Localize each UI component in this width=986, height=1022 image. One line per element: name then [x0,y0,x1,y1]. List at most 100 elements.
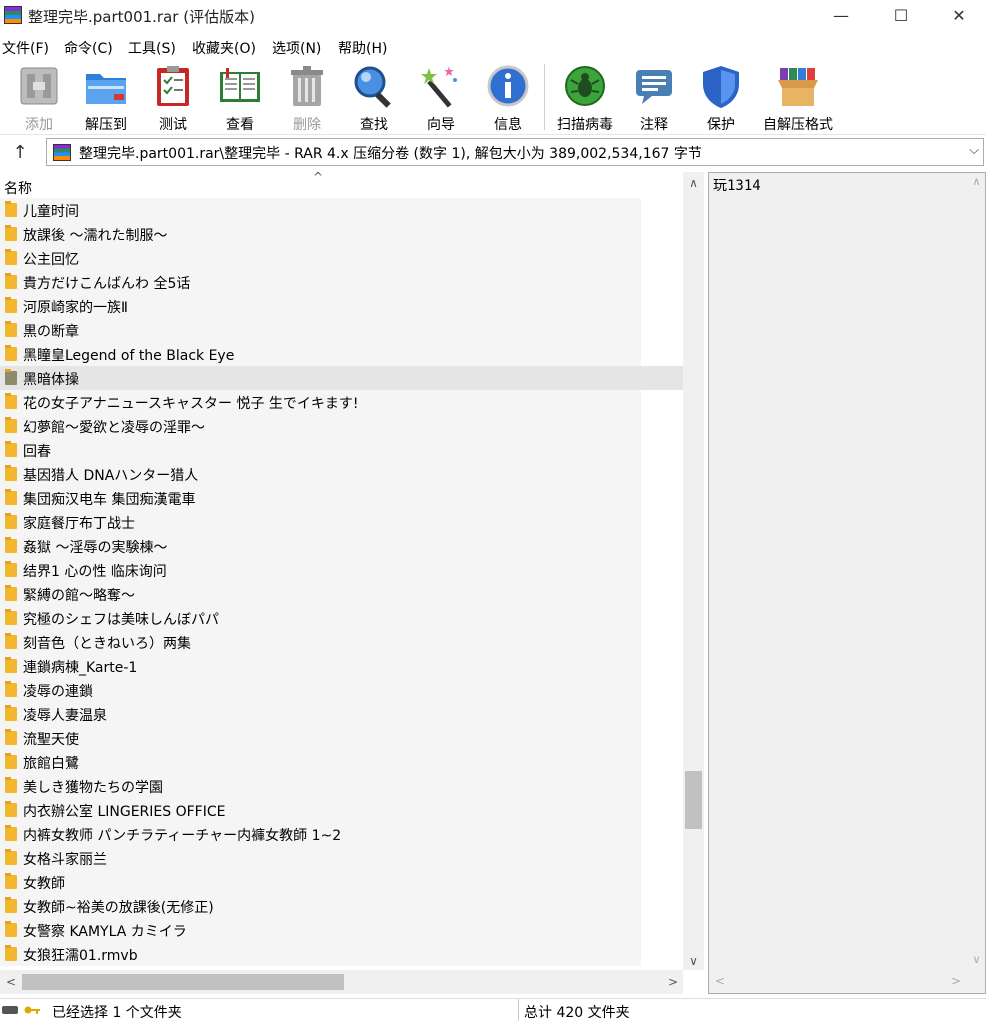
trash-icon [285,64,329,108]
scroll-up-arrow-icon[interactable]: ∧ [683,174,704,192]
list-item[interactable]: 緊縛の館～略奪～ [0,582,641,606]
list-item-name: 流聖天使 [23,732,79,748]
list-item[interactable]: 黒の断章 [0,318,641,342]
list-item[interactable]: 内裤女教师 パンチラティーチャー内褲女教師 1~2 [0,822,641,846]
folder-icon [5,417,17,433]
list-item[interactable]: 集団痴汉电车 集団痴漢電車 [0,486,641,510]
wizard-button[interactable]: 向导 [409,62,473,133]
view-book-icon [218,64,262,108]
folder-icon [5,657,17,673]
list-item-name: 女教師~裕美の放課後(无修正) [23,900,214,916]
list-item[interactable]: 黑暗体操 [0,366,683,390]
comment-scroll-down-icon[interactable]: ∨ [968,953,985,966]
sfx-button[interactable]: 自解压格式 [758,62,838,133]
list-item[interactable]: 放課後 ～濡れた制服～ [0,222,641,246]
comment-scroll-left-icon[interactable]: < [715,974,725,988]
add-label: 添加 [25,117,53,133]
comment-scroll-right-icon[interactable]: > [951,974,961,988]
menu-help[interactable]: 帮助(H) [338,38,387,58]
chevron-down-icon[interactable]: ⌵ [969,143,979,158]
comment-button[interactable]: 注释 [622,62,686,133]
status-divider [518,999,519,1021]
list-item[interactable]: 女教師~裕美の放課後(无修正) [0,894,641,918]
protect-button[interactable]: 保护 [689,62,753,133]
list-item-name: 黑瞳皇Legend of the Black Eye [23,348,235,364]
list-item[interactable]: 姦獄 ～淫辱の実験棟～ [0,534,641,558]
list-item-name: 放課後 ～濡れた制服～ [23,228,168,244]
menu-tools[interactable]: 工具(S) [128,38,176,58]
list-item-name: 女警察 KAMYLA カミイラ [23,924,187,940]
list-item[interactable]: 旅館白鷺 [0,750,641,774]
comment-vertical-scrollbar[interactable]: ∧ ∨ [968,173,985,971]
horizontal-scroll-thumb[interactable] [22,974,344,990]
list-item[interactable]: 美しき獲物たちの学園 [0,774,641,798]
file-list[interactable]: 名称 ^ 儿童时间放課後 ～濡れた制服～ 公主回忆 貴方だけこんばんわ 全5话 河原崎… [0,172,683,970]
list-item-name: 刻音色（ときねいろ）两集 [23,636,191,652]
file-list-horizontal-scrollbar[interactable]: < > [0,970,683,994]
view-button[interactable]: 查看 [208,62,272,133]
list-item[interactable]: 河原崎家的一族Ⅱ [0,294,641,318]
list-item[interactable]: 公主回忆 [0,246,641,270]
list-item-name: 集団痴汉电车 集団痴漢電車 [23,492,196,508]
list-item[interactable]: 女格斗家丽兰 [0,846,641,870]
list-item-name: 凌辱人妻温泉 [23,708,107,724]
scroll-down-arrow-icon[interactable]: ∨ [683,952,704,970]
shield-icon [699,64,743,108]
comment-scroll-up-icon[interactable]: ∧ [968,175,985,188]
comment-icon [632,64,676,108]
file-list-vertical-scrollbar[interactable]: ∧ ∨ [683,172,704,970]
list-item[interactable]: 女狼狂濡01.rmvb [0,942,641,966]
list-item[interactable]: 儿童时间 [0,198,641,222]
extract-to-button[interactable]: 解压到 [74,62,138,133]
up-arrow-icon[interactable]: ↑ [8,140,32,166]
folder-icon [5,729,17,745]
minimize-button[interactable]: — [812,0,870,32]
list-item[interactable]: 基因猎人 DNAハンター猎人 [0,462,641,486]
folder-icon [5,345,17,361]
vertical-scroll-thumb[interactable] [685,771,702,829]
comment-horizontal-scrollbar[interactable]: < > [709,971,985,993]
menu-file[interactable]: 文件(F) [2,38,49,58]
list-item[interactable]: 黑瞳皇Legend of the Black Eye [0,342,641,366]
menu-commands[interactable]: 命令(C) [64,38,113,58]
list-item[interactable]: 刻音色（ときねいろ）两集 [0,630,641,654]
test-button[interactable]: 测试 [141,62,205,133]
window-title: 整理完毕.part001.rar (评估版本) [28,8,255,26]
list-item[interactable]: 花の女子アナニュースキャスター 悦子 生でイキます! [0,390,641,414]
list-item[interactable]: 回春 [0,438,641,462]
list-item[interactable]: 女教師 [0,870,641,894]
list-item-name: 儿童时间 [23,204,79,220]
find-button[interactable]: 查找 [342,62,406,133]
list-item[interactable]: 幻夢館～愛欲と凌辱の淫罪～ [0,414,641,438]
virus-scan-button[interactable]: 扫描病毒 [551,62,619,133]
archive-icon [53,144,71,161]
list-item[interactable]: 家庭餐厅布丁战士 [0,510,641,534]
folder-icon [5,825,17,841]
delete-button[interactable]: 删除 [275,62,339,133]
list-item[interactable]: 凌辱人妻温泉 [0,702,641,726]
add-button[interactable]: 添加 [7,62,71,133]
folder-icon [5,897,17,913]
menu-favorites[interactable]: 收藏夹(O) [192,38,256,58]
list-item[interactable]: 貴方だけこんばんわ 全5话 [0,270,641,294]
list-item[interactable]: 结界1 心の性 临床询问 [0,558,641,582]
info-button[interactable]: 信息 [476,62,540,133]
column-header-name[interactable]: 名称 ^ [0,172,683,198]
close-button[interactable]: ✕ [930,0,986,32]
list-item[interactable]: 究極のシェフは美味しんぼパパ [0,606,641,630]
scroll-right-arrow-icon[interactable]: > [664,972,682,992]
folder-icon [5,585,17,601]
scroll-left-arrow-icon[interactable]: < [2,972,20,992]
list-item[interactable]: 連鎖病棟_Karte-1 [0,654,641,678]
extract-folder-icon [84,64,128,108]
comment-pane[interactable]: 玩1314 ∧ ∨ < > [708,172,986,994]
maximize-button[interactable]: ☐ [872,0,930,32]
list-item[interactable]: 凌辱の連鎖 [0,678,641,702]
folder-icon [5,801,17,817]
menu-options[interactable]: 选项(N) [272,38,321,58]
list-item[interactable]: 内衣辦公室 LINGERIES OFFICE [0,798,641,822]
path-combobox[interactable]: 整理完毕.part001.rar\整理完毕 - RAR 4.x 压缩分卷 (数字… [46,138,984,166]
list-item[interactable]: 女警察 KAMYLA カミイラ [0,918,641,942]
list-item-name: 内裤女教师 パンチラティーチャー内褲女教師 1~2 [23,828,342,844]
list-item[interactable]: 流聖天使 [0,726,641,750]
